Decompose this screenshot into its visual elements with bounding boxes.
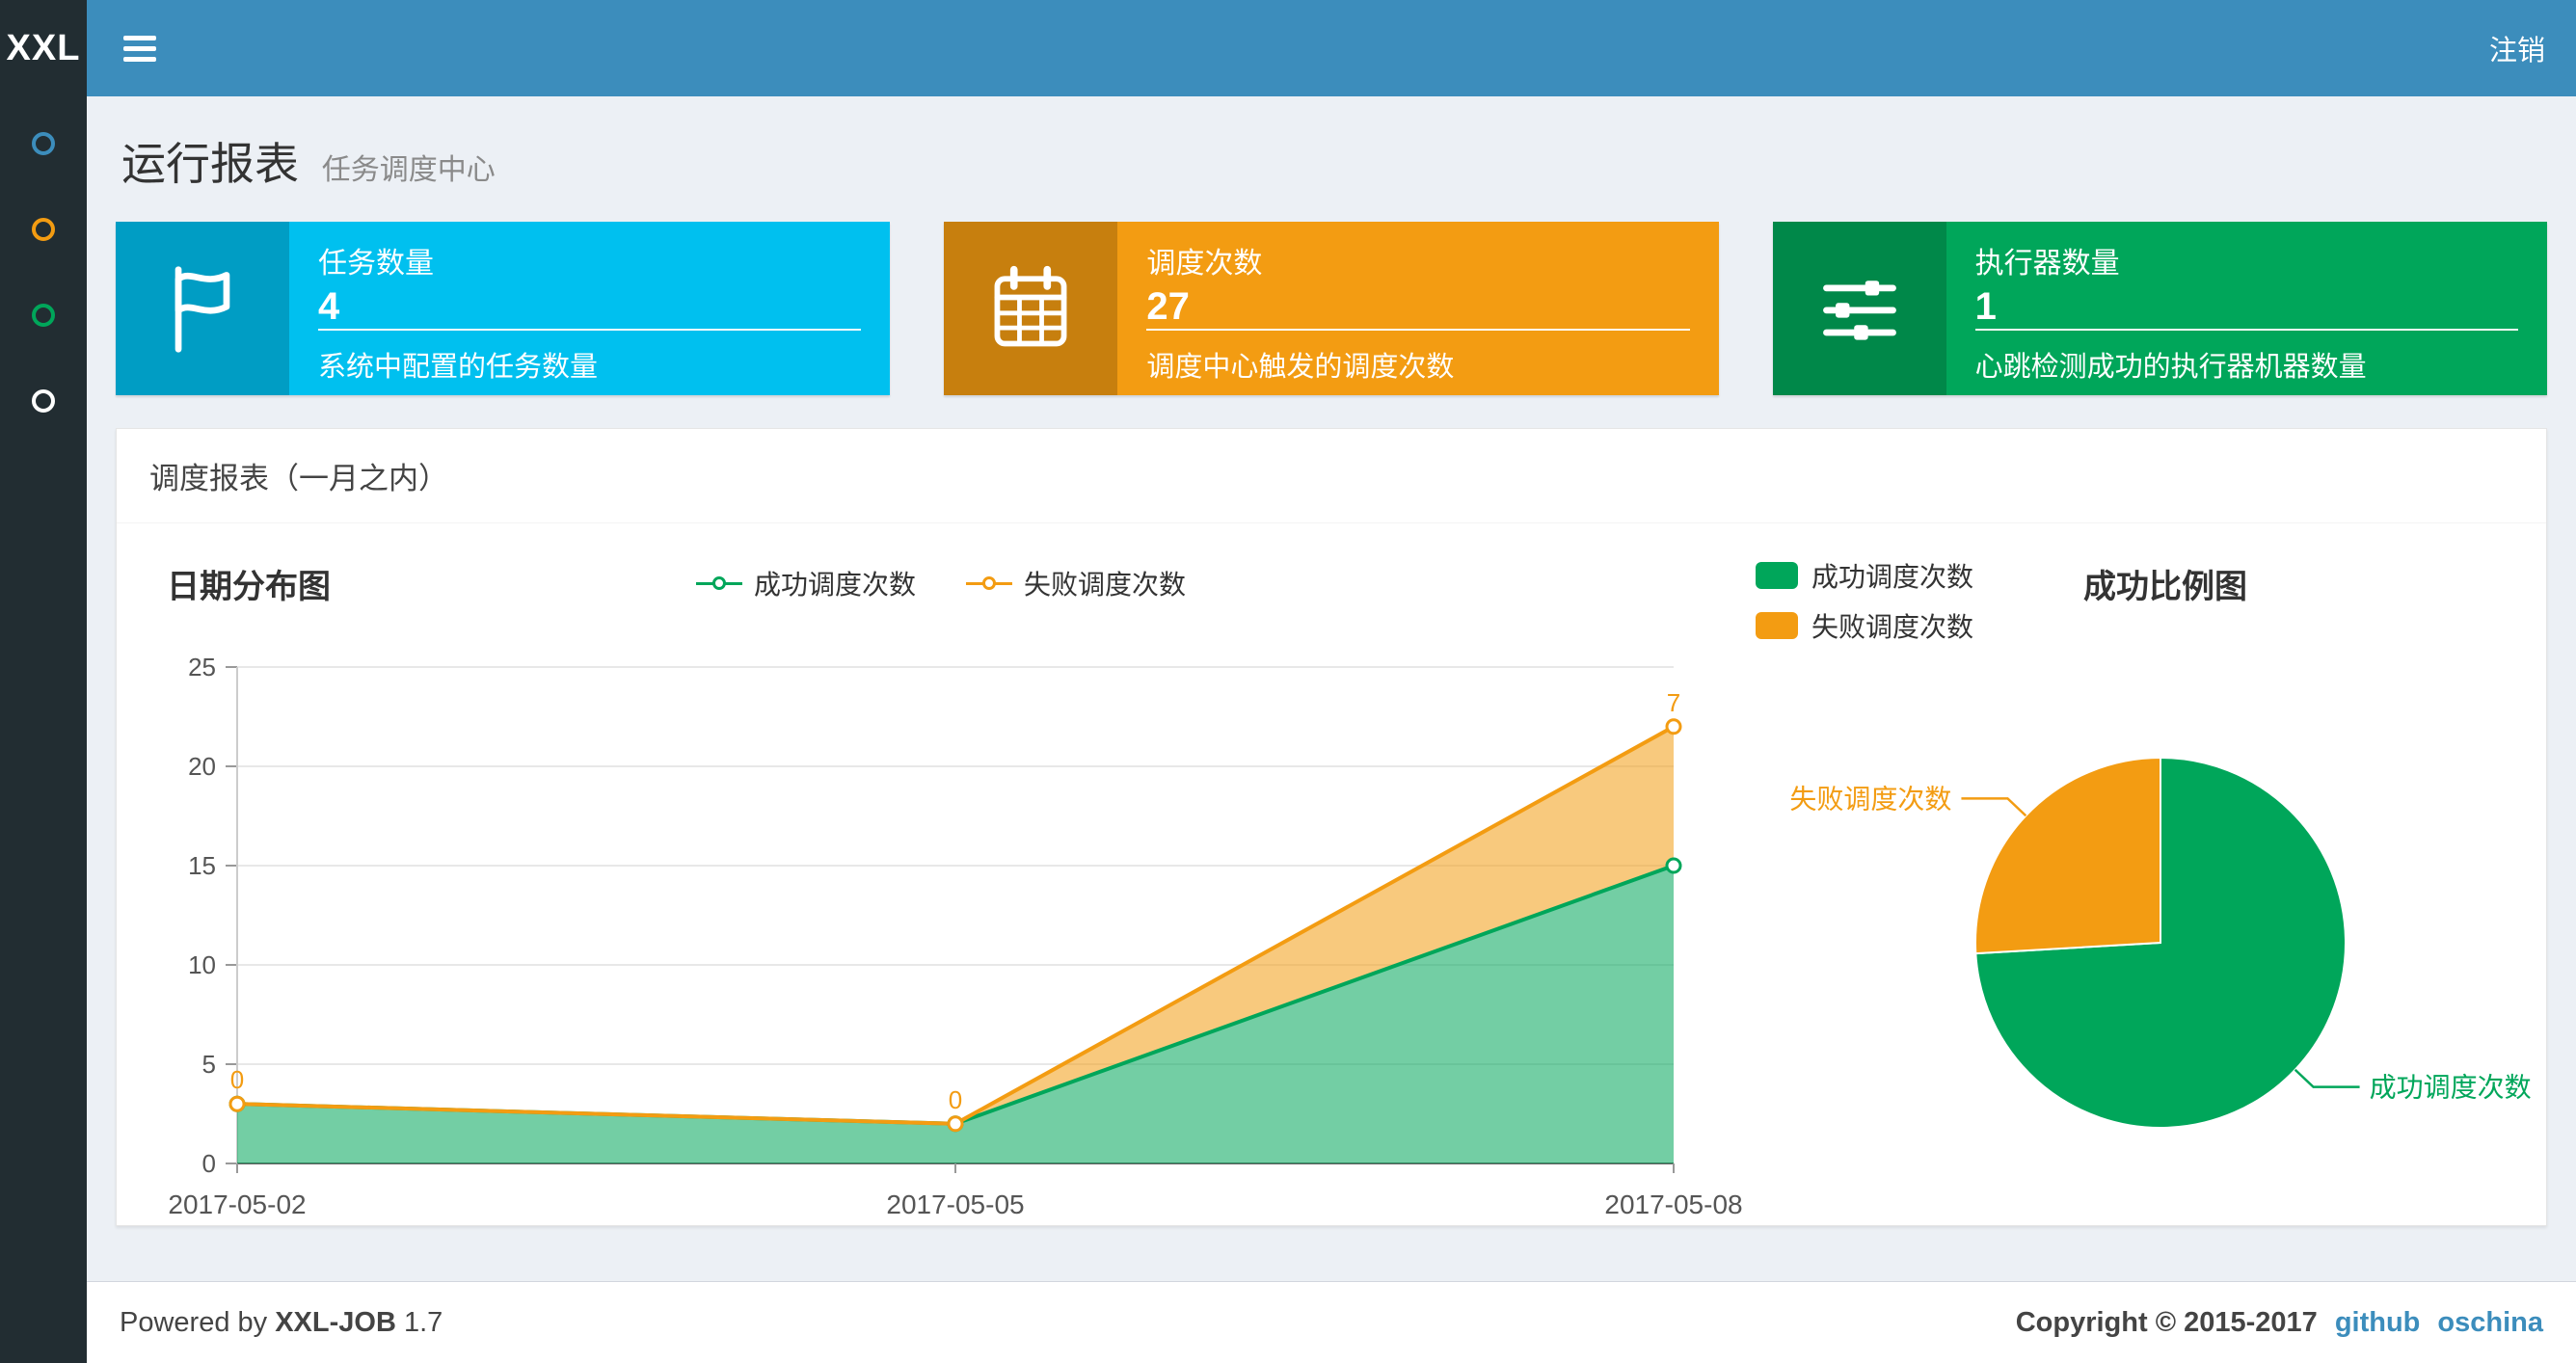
svg-text:15: 15 <box>188 851 216 880</box>
circle-outline-icon <box>32 303 55 327</box>
svg-text:0: 0 <box>202 1149 216 1178</box>
logout-link[interactable]: 注销 <box>2489 28 2545 68</box>
svg-text:7: 7 <box>1667 688 1680 717</box>
legend-label: 成功调度次数 <box>753 570 916 600</box>
success-ratio-chart: 成功调度次数 失败调度次数 成功比例图 成功调度次数 失败调度次数 <box>1736 547 2532 1202</box>
info-box-number: 1 <box>1974 285 1997 328</box>
sidebar-item-jobs[interactable] <box>0 186 87 272</box>
info-box-title: 调度次数 <box>1146 248 1263 280</box>
svg-text:失败调度次数: 失败调度次数 <box>1789 784 1951 814</box>
page-header: 运行报表 任务调度中心 <box>116 116 2547 222</box>
svg-text:20: 20 <box>188 752 216 781</box>
oschina-link[interactable]: oschina <box>2437 1307 2543 1339</box>
date-distribution-plot: 05101520252017-05-02 2017-05-05 2017-05-08… <box>168 653 1742 1219</box>
success-ratio-plot: 成功调度次数 失败调度次数 <box>1789 756 2532 1129</box>
svg-text:10: 10 <box>188 950 216 979</box>
legend-label: 失败调度次数 <box>1024 570 1187 600</box>
content-wrapper: 运行报表 任务调度中心 任务数量 4 系统中配置的任务数量 调度次数 27 调度… <box>87 96 2576 1281</box>
summary-boxes: 任务数量 4 系统中配置的任务数量 调度次数 27 调度中心触发的调度次数 执行… <box>116 222 2547 395</box>
info-box-desc: 心跳检测成功的执行器机器数量 <box>1974 352 2367 383</box>
line-chart-legend: 成功调度次数 失败调度次数 <box>695 564 1186 602</box>
svg-text:0: 0 <box>230 1065 244 1094</box>
sidebar-item-report[interactable] <box>0 100 87 186</box>
legend-item-success[interactable]: 成功调度次数 <box>695 564 916 602</box>
chart-title: 成功比例图 <box>2083 569 2247 605</box>
powered-by-text: Powered by XXL-JOB 1.7 <box>120 1306 443 1338</box>
sliders-icon <box>1772 222 1946 395</box>
info-box-desc: 调度中心触发的调度次数 <box>1146 352 1455 383</box>
sidebar-item-executors[interactable] <box>0 358 87 443</box>
main-footer: Powered by XXL-JOB 1.7 Copyright © 2015-… <box>87 1281 2576 1363</box>
info-box-trigger-count: 调度次数 27 调度中心触发的调度次数 <box>944 222 1719 395</box>
chart-title: 日期分布图 <box>167 569 331 605</box>
info-box-number: 4 <box>318 285 340 328</box>
svg-text:5: 5 <box>202 1050 216 1079</box>
navbar-main: 注销 <box>87 0 2576 96</box>
hamburger-icon <box>123 35 156 40</box>
calendar-icon <box>944 222 1118 395</box>
date-distribution-chart: 日期分布图 成功调度次数 失败调度次数 0 5 10 15 20 25 2017… <box>146 547 1743 1219</box>
top-navbar: XXL 注销 <box>0 0 2576 96</box>
legend-item-success[interactable]: 成功调度次数 <box>1756 556 1973 595</box>
svg-text:2017-05-08: 2017-05-08 <box>1604 1189 1742 1219</box>
page-title: 运行报表 <box>121 139 299 189</box>
page-subtitle: 任务调度中心 <box>321 154 496 186</box>
panel-title: 调度报表（一月之内） <box>117 429 2546 523</box>
github-link[interactable]: github <box>2335 1307 2421 1339</box>
legend-line-marker-icon <box>695 576 742 590</box>
legend-label: 成功调度次数 <box>1811 562 1974 592</box>
flag-icon <box>116 222 289 395</box>
copyright-text: Copyright © 2015-2017 <box>2015 1306 2318 1338</box>
svg-text:0: 0 <box>949 1085 962 1114</box>
legend-swatch-icon <box>1756 562 1798 589</box>
circle-outline-icon <box>32 131 55 155</box>
circle-outline-icon <box>32 217 55 241</box>
xxl-logo[interactable]: XXL <box>0 0 87 96</box>
svg-text:成功调度次数: 成功调度次数 <box>2370 1073 2532 1103</box>
info-box-desc: 系统中配置的任务数量 <box>318 352 599 383</box>
report-panel: 调度报表（一月之内） 日期分布图 成功调度次数 失败调度次数 0 5 10 15… <box>116 428 2547 1226</box>
sidebar-toggle-button[interactable] <box>118 22 162 75</box>
info-box-executor-count: 执行器数量 1 心跳检测成功的执行器机器数量 <box>1772 222 2547 395</box>
svg-text:25: 25 <box>188 653 216 682</box>
sidebar-item-logs[interactable] <box>0 272 87 358</box>
info-box-title: 执行器数量 <box>1974 248 2120 280</box>
info-box-number: 27 <box>1146 285 1190 328</box>
legend-item-fail[interactable]: 失败调度次数 <box>966 564 1186 602</box>
sidebar-nav <box>0 96 87 1363</box>
svg-text:2017-05-02: 2017-05-02 <box>168 1189 306 1219</box>
info-box-title: 任务数量 <box>318 248 434 280</box>
svg-text:2017-05-05: 2017-05-05 <box>886 1189 1024 1219</box>
circle-outline-icon <box>32 388 55 413</box>
info-box-task-count: 任务数量 4 系统中配置的任务数量 <box>116 222 891 395</box>
legend-line-marker-icon <box>966 576 1012 590</box>
